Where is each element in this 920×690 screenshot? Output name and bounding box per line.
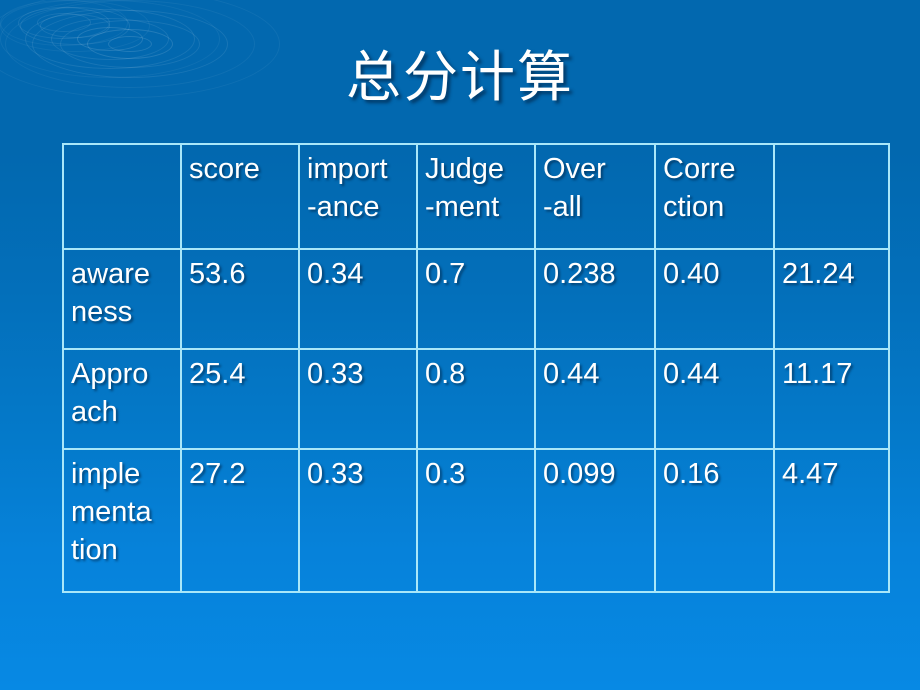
row-label-line: ness [71,296,133,328]
row-label-line: menta [71,496,152,528]
row-label-line: aware [71,258,150,290]
cell-score: 27.2 [180,448,300,593]
row-label-awareness: aware ness [62,248,182,350]
table-body: score import -ance Judge -ment Over -all… [62,143,890,593]
cell-importance: 0.33 [298,348,418,450]
header-line: Judge [425,153,505,185]
cell-judgement: 0.3 [416,448,536,593]
header-cell-judgement: Judge -ment [416,143,536,250]
row-label-approach: Appro ach [62,348,182,450]
cell-importance: 0.33 [298,448,418,593]
table-row: Appro ach 25.4 0.33 0.8 0.44 0.44 11.17 [62,348,890,450]
cell-result: 11.17 [773,348,890,450]
header-cell-blank [62,143,182,250]
header-cell-score: score [180,143,300,250]
header-cell-overall: Over -all [534,143,656,250]
header-line: score [189,153,260,185]
row-label-line: tion [71,534,118,566]
cell-importance: 0.34 [298,248,418,350]
row-label-line: Appro [71,358,149,390]
header-cell-correction: Corre ction [654,143,775,250]
ripple-ring [37,13,91,32]
row-label-line: ach [71,396,118,428]
score-calculation-table: score import -ance Judge -ment Over -all… [62,143,890,593]
ripple-ring [18,7,110,39]
header-line: import [307,153,388,185]
cell-judgement: 0.7 [416,248,536,350]
table-header-row: score import -ance Judge -ment Over -all… [62,143,890,250]
cell-correction: 0.40 [654,248,775,350]
cell-overall: 0.099 [534,448,656,593]
slide-title: 总分计算 [345,45,574,109]
cell-correction: 0.16 [654,448,775,593]
header-line: -ment [425,191,500,223]
cell-correction: 0.44 [654,348,775,450]
header-line: -all [543,191,582,223]
cell-score: 53.6 [180,248,300,350]
cell-result: 21.24 [773,248,890,350]
ripple-ring [40,14,110,38]
cell-result: 4.47 [773,448,890,593]
table-row: aware ness 53.6 0.34 0.7 0.238 0.40 21.2… [62,248,890,350]
ripple-ring [0,0,128,46]
header-line: Corre [663,153,736,185]
header-line: Over [543,153,606,185]
header-cell-importance: import -ance [298,143,418,250]
header-cell-result-blank [773,143,890,250]
row-label-implementation: imple menta tion [62,448,182,593]
cell-overall: 0.44 [534,348,656,450]
header-line: -ance [307,191,380,223]
cell-score: 25.4 [180,348,300,450]
table-row: imple menta tion 27.2 0.33 0.3 0.099 0.1… [62,448,890,593]
cell-judgement: 0.8 [416,348,536,450]
ripple-ring [20,7,130,45]
header-line: ction [663,191,725,223]
presentation-slide: 总分计算 score import -ance Judge -ment Over… [0,0,920,690]
row-label-line: imple [71,458,141,490]
cell-overall: 0.238 [534,248,656,350]
